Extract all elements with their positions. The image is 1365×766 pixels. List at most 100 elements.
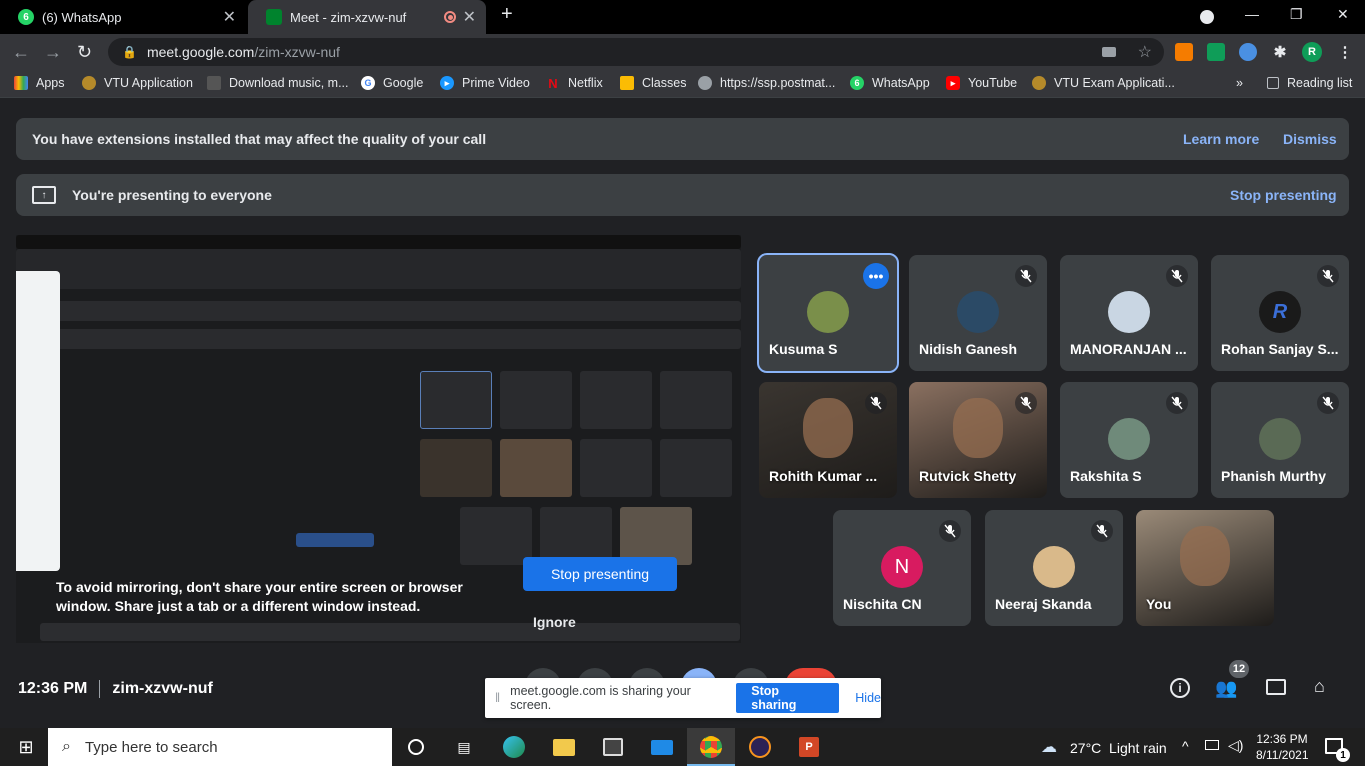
forward-icon[interactable]: → [44,42,62,63]
vtu-icon [1032,76,1046,90]
bookmark-vtu-application[interactable]: VTU Application [82,76,193,90]
avatar [957,291,999,333]
participant-name: Rohan Sanjay S... [1221,341,1339,357]
minimize-button[interactable]: — [1245,6,1259,22]
mic-off-icon [939,520,961,542]
bookmark-netflix[interactable]: N Netflix [546,75,602,91]
mail-icon[interactable] [650,736,674,758]
initial-avatar: N [881,546,923,588]
chevron-up-icon[interactable]: ^ [1182,738,1189,754]
taskbar-clock[interactable]: 12:36 PM 8/11/2021 [1256,731,1309,763]
tab-whatsapp[interactable]: 6 (6) WhatsApp ✕ [0,0,246,34]
task-view-icon[interactable]: ▤ [452,736,476,758]
participant-tile[interactable]: ••• Kusuma S [757,253,899,373]
volume-icon[interactable]: ◁) [1228,737,1243,754]
participant-tile[interactable]: Phanish Murthy [1211,382,1349,498]
url-host: meet.google.com [146,44,255,60]
close-tab-icon[interactable]: ✕ [223,7,236,27]
powerpoint-icon[interactable]: P [797,736,821,758]
participant-tile[interactable]: MANORANJAN ... [1060,255,1198,371]
participant-tile[interactable]: Nidish Ganesh [909,255,1047,371]
extension-blue-icon[interactable] [1239,43,1257,61]
profile-avatar[interactable]: R [1302,42,1322,62]
camera-icon[interactable] [1102,47,1116,57]
participant-tile[interactable]: Rohith Kumar ... [759,382,897,498]
taskbar-search-box[interactable]: ⌕ Type here to search [48,728,392,766]
dismiss-button[interactable]: Dismiss [1283,131,1337,147]
bookmarks-overflow[interactable]: » [1236,76,1243,90]
windows-start-icon[interactable]: ⊞ [14,736,38,758]
search-icon: ⌕ [62,738,71,755]
back-icon[interactable]: ← [12,42,30,63]
bookmark-label: Prime Video [462,76,530,90]
close-tab-icon[interactable]: ✕ [463,7,476,27]
meeting-info-icon[interactable]: i [1170,678,1190,698]
eclipse-icon[interactable] [748,736,772,758]
battery-icon[interactable] [1205,740,1219,750]
logo-avatar: R [1259,291,1301,333]
stop-presenting-link[interactable]: Stop presenting [1230,187,1337,203]
close-window-button[interactable]: ✕ [1337,6,1349,23]
participant-tile[interactable]: Rutvick Shetty [909,382,1047,498]
bookmark-download-music[interactable]: Download music, m... [207,76,348,90]
netflix-icon: N [548,75,558,91]
tab-search-icon[interactable] [1200,10,1214,24]
extensions-puzzle-icon[interactable]: ✱ [1271,43,1289,61]
menu-kebab-icon[interactable]: ⋮ [1336,43,1354,61]
tab-meet[interactable]: Meet - zim-xzvw-nuf ✕ [248,0,486,34]
bookmark-ssp[interactable]: https://ssp.postmat... [698,76,835,90]
learn-more-link[interactable]: Learn more [1183,131,1259,147]
bookmark-apps[interactable]: Apps [14,76,65,90]
bookmark-youtube[interactable]: ▸ YouTube [946,76,1017,90]
edge-icon[interactable] [502,736,526,758]
drag-handle-icon[interactable]: ‖ [495,691,500,705]
participant-count-badge: 12 [1229,660,1249,678]
preview-tile [580,439,652,497]
bookmark-star-icon[interactable]: ☆ [1138,42,1152,62]
new-tab-button[interactable]: + [501,3,513,26]
bookmark-prime-video[interactable]: ▸ Prime Video [440,76,530,90]
file-explorer-icon[interactable] [552,736,576,758]
weather-cloud-icon[interactable]: ☁ [1038,736,1060,758]
bookmark-vtu-exam[interactable]: VTU Exam Applicati... [1032,76,1175,90]
reload-icon[interactable]: ↻ [77,42,92,63]
participant-tile[interactable]: Neeraj Skanda [985,510,1123,626]
mic-off-icon [1015,265,1037,287]
mic-off-icon [1166,265,1188,287]
video-feed [1180,526,1230,586]
preview-tile [420,371,492,429]
avatar [807,291,849,333]
ignore-button[interactable]: Ignore [533,614,576,630]
people-icon[interactable]: 👥 [1215,678,1237,699]
bookmark-whatsapp[interactable]: 6 WhatsApp [850,76,930,90]
extension-vpn-icon[interactable] [1207,43,1225,61]
participant-tile[interactable]: Rakshita S [1060,382,1198,498]
participant-tile[interactable]: You [1136,510,1274,626]
whatsapp-icon: 6 [18,9,34,25]
bookmark-google[interactable]: G Google [361,76,423,90]
cortana-icon[interactable] [404,736,428,758]
more-options-icon[interactable]: ••• [863,263,889,289]
extension-bag-icon[interactable] [1175,43,1193,61]
bookmark-classes[interactable]: Classes [620,76,686,90]
maximize-button[interactable]: ❐ [1290,6,1303,23]
present-screen-icon: ↑ [32,186,56,204]
video-feed [803,398,853,458]
participant-tile[interactable]: R Rohan Sanjay S... [1211,255,1349,371]
preview-stop-button [296,533,374,547]
bookmarks-bar: Apps VTU Application Download music, m..… [0,70,1365,98]
participant-tile[interactable]: N Nischita CN [833,510,971,626]
stop-presenting-button[interactable]: Stop presenting [523,557,677,591]
presenting-banner: ↑ You're presenting to everyone Stop pre… [16,174,1349,216]
address-bar[interactable]: 🔒 meet.google.com /zim-xzvw-nuf ☆ [108,38,1164,66]
reading-list-icon [1267,77,1279,89]
hide-button[interactable]: Hide [855,691,881,705]
chat-icon[interactable] [1266,679,1286,695]
stop-sharing-button[interactable]: Stop sharing [736,683,840,713]
weather-text[interactable]: 27°C Light rain [1070,740,1167,756]
activities-icon[interactable]: ⌂ [1314,676,1325,697]
reading-list[interactable]: Reading list [1267,76,1352,90]
mic-off-icon [1317,265,1339,287]
store-icon[interactable] [601,736,625,758]
tab-title: Meet - zim-xzvw-nuf [290,9,407,25]
